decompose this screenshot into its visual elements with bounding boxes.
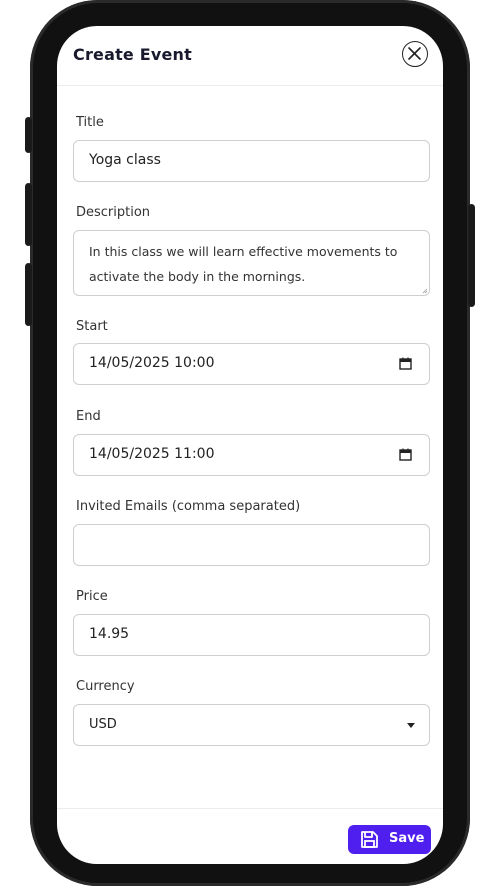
price-input[interactable]: 14.95	[73, 614, 430, 656]
end-value: 14/05/2025 11:00	[89, 446, 215, 462]
description-textarea[interactable]: In this class we will learn effective mo…	[73, 230, 430, 296]
price-label: Price	[76, 589, 108, 604]
title-label: Title	[76, 115, 104, 130]
description-label: Description	[76, 205, 151, 220]
currency-label: Currency	[76, 679, 135, 694]
title-value: Yoga class	[89, 152, 161, 168]
save-label: Save	[389, 831, 425, 846]
caret-down-icon	[407, 723, 415, 728]
description-value: In this class we will learn effective mo…	[89, 244, 398, 284]
phone-side-button	[25, 117, 32, 153]
phone-side-button	[25, 183, 32, 246]
end-label: End	[76, 409, 101, 424]
currency-value: USD	[89, 717, 117, 732]
start-datetime-input[interactable]: 14/05/2025 10:00	[73, 343, 430, 385]
floppy-disk-icon	[361, 831, 378, 848]
modal-title: Create Event	[73, 45, 193, 64]
close-button[interactable]	[402, 41, 428, 67]
modal-header: Create Event	[57, 26, 443, 86]
invited-emails-input[interactable]	[73, 524, 430, 566]
phone-power-button	[468, 204, 475, 307]
phone-screen: Create Event Title Yoga class Descriptio…	[57, 26, 443, 864]
invited-emails-label: Invited Emails (comma separated)	[76, 499, 301, 514]
modal-footer: Save	[57, 808, 443, 864]
start-label: Start	[76, 319, 108, 334]
save-button[interactable]: Save	[348, 825, 431, 854]
currency-select[interactable]: USD	[73, 704, 430, 746]
start-value: 14/05/2025 10:00	[89, 355, 215, 371]
phone-side-button	[25, 263, 32, 326]
price-value: 14.95	[89, 626, 130, 642]
title-input[interactable]: Yoga class	[73, 140, 430, 182]
end-datetime-input[interactable]: 14/05/2025 11:00	[73, 434, 430, 476]
calendar-icon[interactable]	[399, 448, 412, 461]
resize-grip-icon[interactable]	[422, 288, 428, 294]
calendar-icon[interactable]	[399, 357, 412, 370]
close-icon	[408, 47, 421, 60]
